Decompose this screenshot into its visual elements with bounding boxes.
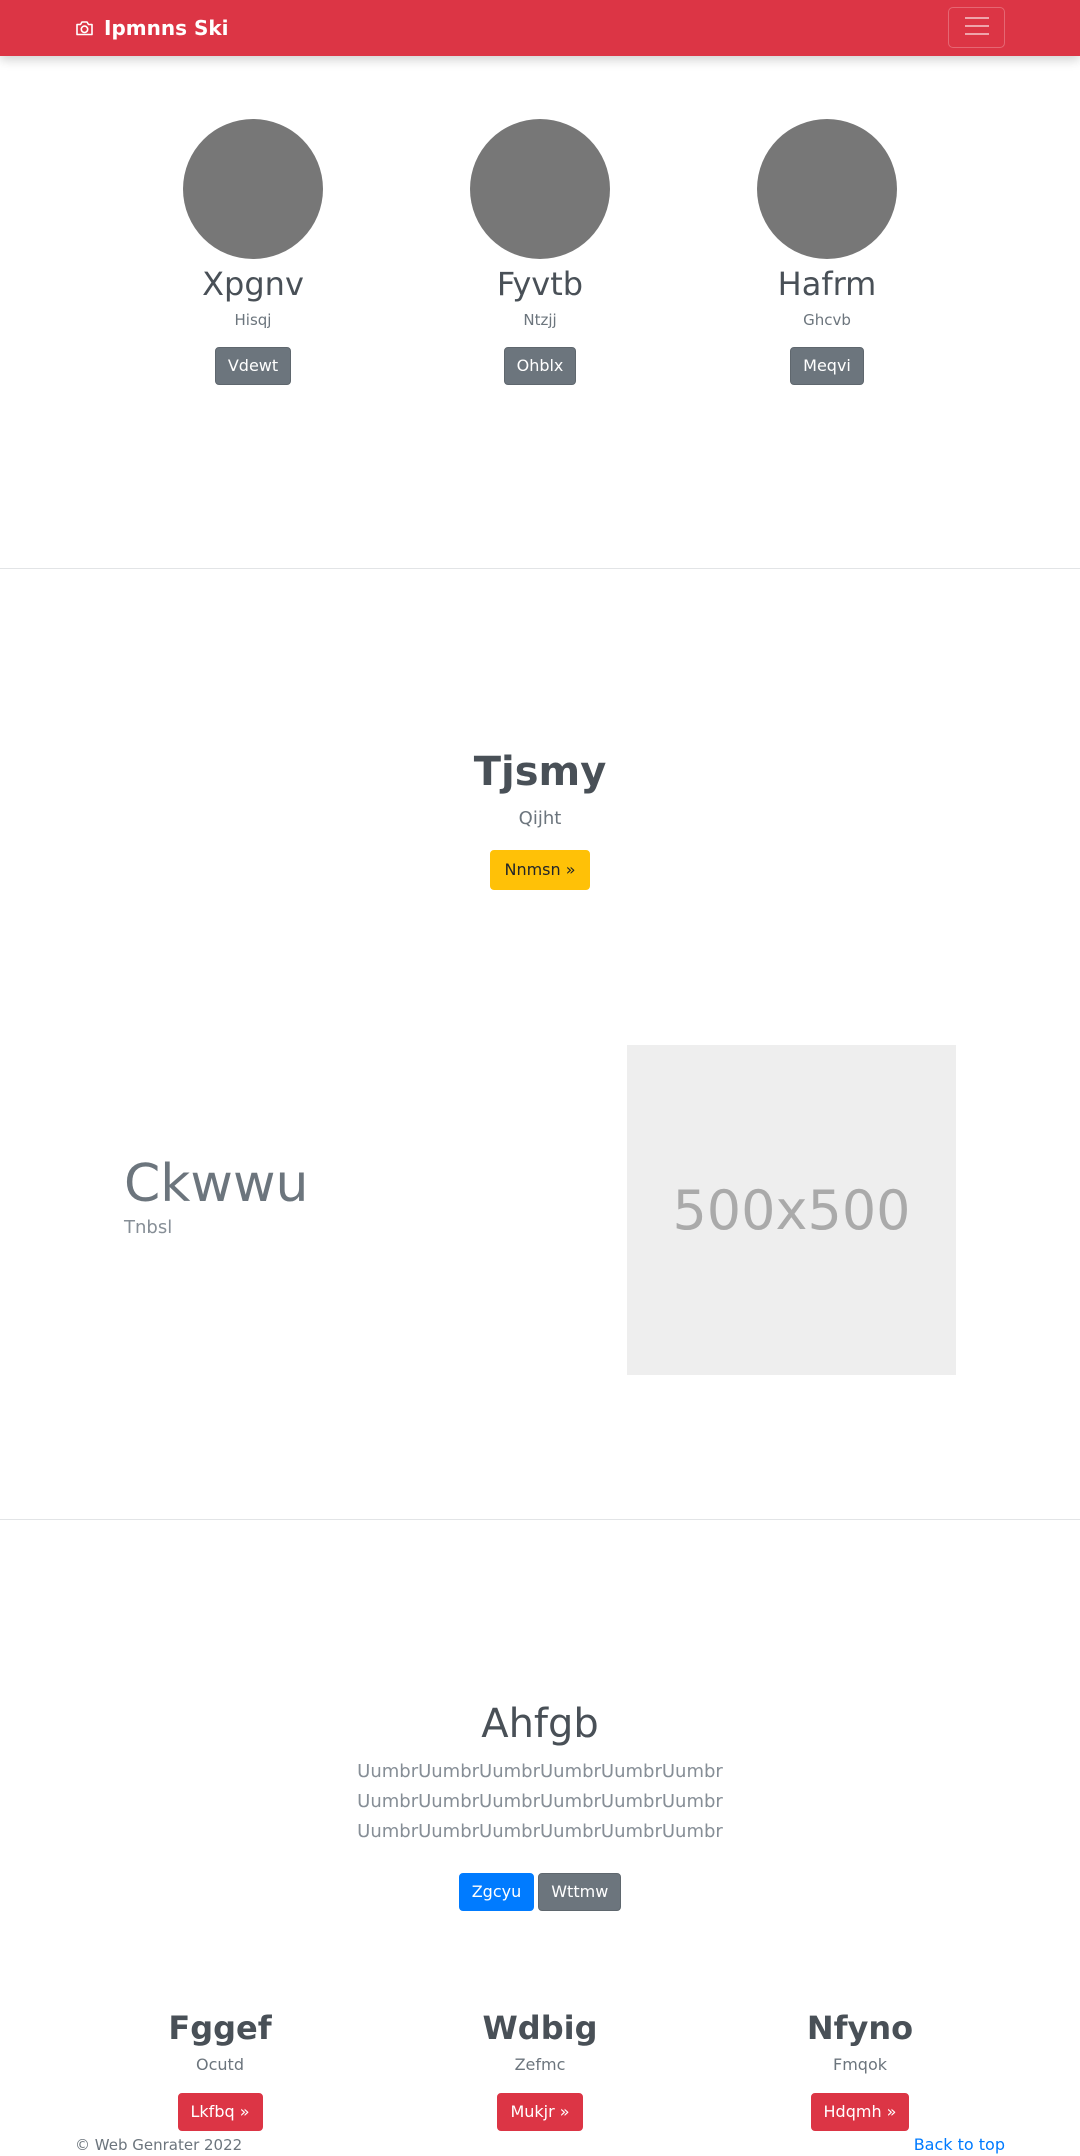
profile-subtitle: Hisqj: [234, 311, 272, 329]
feature-text: Ckwwu Tnbsl: [124, 1152, 308, 1240]
profile-button[interactable]: Ohblx: [503, 347, 577, 385]
column-title: Wdbig: [482, 2009, 598, 2047]
profile-card: Fyvtb Ntzjj Ohblx: [420, 119, 660, 385]
hero-subtitle: Qijht: [518, 808, 562, 829]
back-to-top-link[interactable]: Back to top: [914, 2134, 1005, 2156]
jumbotron-section: Ahfgb UumbrUumbrUumbrUumbrUumbrUumbr Uum…: [0, 1697, 1080, 1911]
navbar: Ipmnns Ski: [0, 0, 1080, 56]
navbar-toggler-button[interactable]: [948, 7, 1005, 48]
lead-line: UumbrUumbrUumbrUumbrUumbrUumbr: [357, 1791, 723, 1812]
secondary-button[interactable]: Wttmw: [538, 1873, 622, 1911]
column-card: Wdbig Zefmc Mukjr »: [420, 2005, 660, 2131]
camera-icon: [75, 20, 94, 37]
hero-title: Tjsmy: [473, 749, 607, 795]
column-card: Nfyno Fmqok Hdqmh »: [740, 2005, 980, 2131]
avatar: [470, 119, 610, 259]
jumbotron-buttons: Zgcyu Wttmw: [0, 1873, 1080, 1911]
profile-subtitle: Ntzjj: [523, 311, 557, 329]
column-subtitle: Fmqok: [833, 2055, 887, 2074]
profile-button[interactable]: Meqvi: [790, 347, 864, 385]
profile-name: Hafrm: [777, 265, 877, 303]
lead-line: UumbrUumbrUumbrUumbrUumbrUumbr: [357, 1761, 723, 1782]
column-subtitle: Ocutd: [196, 2055, 244, 2074]
column-button[interactable]: Mukjr »: [497, 2093, 583, 2131]
placeholder-label: 500x500: [672, 1178, 911, 1242]
section-divider: [0, 568, 1080, 569]
feature-image-placeholder: 500x500: [627, 1045, 956, 1375]
feature-title: Ckwwu: [124, 1154, 309, 1214]
feature-subtitle: Tnbsl: [124, 1217, 173, 1238]
profile-subtitle: Ghcvb: [803, 311, 851, 329]
jumbotron-lead: UumbrUumbrUumbrUumbrUumbrUumbr UumbrUumb…: [0, 1757, 1080, 1847]
avatar: [757, 119, 897, 259]
profile-card: Xpgnv Hisqj Vdewt: [133, 119, 373, 385]
jumbotron-title: Ahfgb: [481, 1701, 599, 1747]
hero-section: Tjsmy Qijht Nnmsn »: [0, 744, 1080, 890]
profile-name: Xpgnv: [202, 265, 304, 303]
hamburger-menu-icon: [964, 15, 990, 41]
avatar: [183, 119, 323, 259]
brand-label: Ipmnns Ski: [104, 16, 229, 40]
column-button[interactable]: Lkfbq »: [177, 2093, 263, 2131]
column-title: Fggef: [168, 2009, 272, 2047]
primary-button[interactable]: Zgcyu: [458, 1873, 535, 1911]
column-card: Fggef Ocutd Lkfbq »: [100, 2005, 340, 2131]
column-title: Nfyno: [806, 2009, 914, 2047]
page: Ipmnns Ski Xpgnv Hisqj Vdewt Fyvtb Ntzjj…: [0, 0, 1080, 2156]
footer-copyright: © Web Genrater 2022: [75, 2136, 243, 2154]
profile-name: Fyvtb: [496, 265, 584, 303]
column-subtitle: Zefmc: [514, 2055, 566, 2074]
section-divider: [0, 1519, 1080, 1520]
profile-button[interactable]: Vdewt: [214, 347, 292, 385]
hero-button[interactable]: Nnmsn »: [490, 850, 590, 890]
column-button[interactable]: Hdqmh »: [810, 2093, 910, 2131]
lead-line: UumbrUumbrUumbrUumbrUumbrUumbr: [357, 1821, 723, 1842]
profile-card: Hafrm Ghcvb Meqvi: [707, 119, 947, 385]
navbar-brand[interactable]: Ipmnns Ski: [75, 0, 229, 56]
